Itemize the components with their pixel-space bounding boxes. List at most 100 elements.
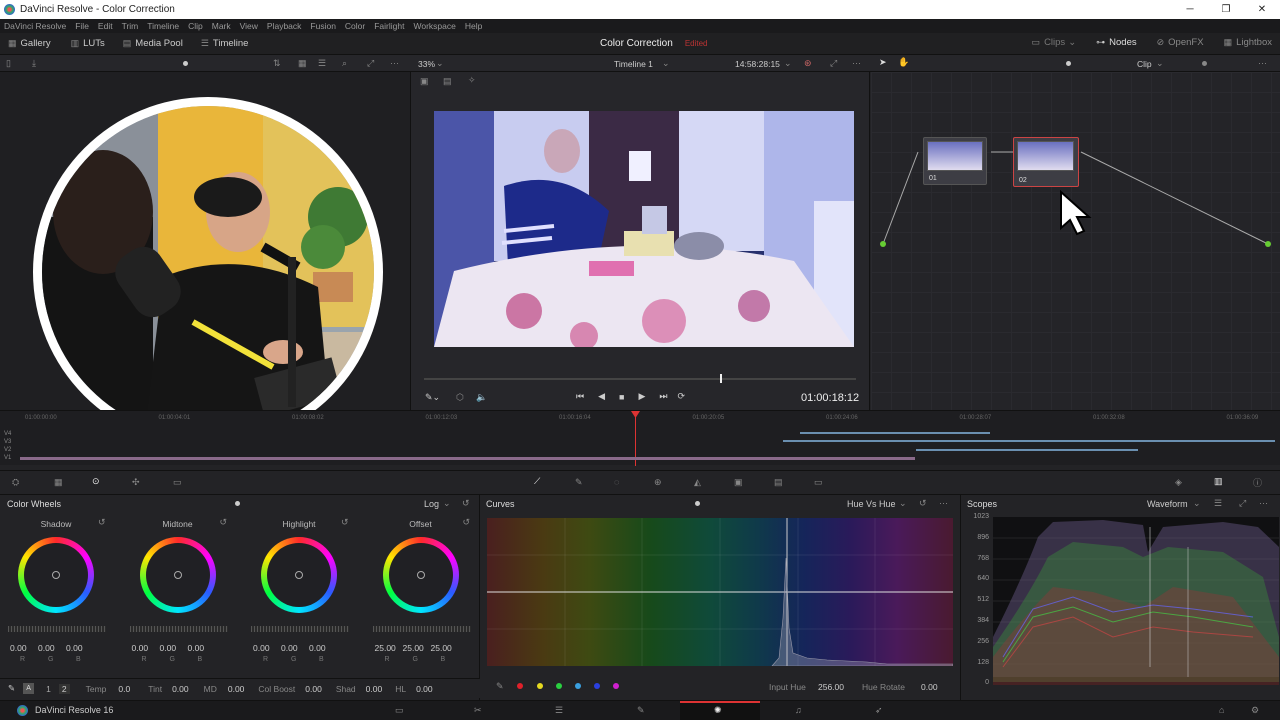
page-2-button[interactable]: 2 [58,683,70,694]
wheel-center-handle[interactable] [52,571,60,579]
menu-item-color[interactable]: Color [345,21,365,31]
wheel-b-value[interactable]: 0.00 [66,643,83,653]
settings-gear-icon[interactable]: ⚙ [1251,705,1259,716]
reset-icon[interactable]: ↺ [98,517,106,528]
menu-item-file[interactable]: File [75,21,89,31]
rgb-mixer-icon[interactable]: ✣ [132,477,140,488]
menu-item-timeline[interactable]: Timeline [147,21,179,31]
clip-bar-v4[interactable] [800,432,990,434]
sizing-icon[interactable]: ▭ [814,477,823,488]
wheel-master-slider[interactable] [129,626,228,632]
clip-bar-v1[interactable] [20,457,915,460]
wheel-b-value[interactable]: 0.00 [309,643,326,653]
scopes-icon[interactable]: ▥ [1214,476,1223,487]
camera-raw-icon[interactable]: ⛭ [12,477,19,488]
reset-icon[interactable]: ↺ [341,517,349,528]
color-match-icon[interactable]: ▦ [54,477,63,488]
qualifier-icon[interactable]: ✎ [575,477,583,488]
cut-page-icon[interactable]: ✂ [474,705,482,716]
more-icon[interactable]: ··· [1259,498,1268,508]
auto-button[interactable]: A [23,683,35,694]
wheel-master-slider[interactable] [251,626,349,632]
minimize-button[interactable]: ─ [1172,4,1208,15]
import-icon[interactable]: ⤓ [32,58,36,69]
sidebar-toggle-icon[interactable]: ▯ [6,58,11,69]
node-02[interactable]: 02 [1013,137,1079,187]
mask-icon[interactable]: ⬡ [456,392,464,403]
menu-item-view[interactable]: View [240,21,258,31]
gallery-slider-dot[interactable] [183,61,188,66]
split-screen-icon[interactable]: ▤ [443,76,452,87]
list-view-icon[interactable]: ☰ [318,58,326,69]
wheel-g-value[interactable]: 0.00 [38,643,55,653]
skip-forward-icon[interactable]: ⏭ [659,391,667,402]
menu-item-edit[interactable]: Edit [98,21,113,31]
wheel-master-slider[interactable] [8,626,106,632]
clip-bar-v3[interactable] [783,440,1275,442]
eyedropper-icon[interactable]: ✎ [496,681,504,692]
more-icon[interactable]: ··· [852,58,861,68]
red-swatch[interactable] [517,683,523,689]
fullscreen-viewer-icon[interactable]: ⤢ [830,58,837,69]
temp-value[interactable]: 0.0 [118,684,130,694]
timeline-button[interactable]: ☰ Timeline [201,38,249,49]
reset-icon[interactable]: ↺ [919,498,927,509]
menu-item-workspace[interactable]: Workspace [413,21,455,31]
cyan-swatch[interactable] [575,683,581,689]
clip-mode-selector[interactable]: Clip [1137,59,1152,69]
blue-swatch[interactable] [594,683,600,689]
tracker-icon[interactable]: ⊕ [654,477,662,488]
menu-item-trim[interactable]: Trim [122,21,139,31]
fusion-page-icon[interactable]: ✎ [637,705,645,716]
menu-item-fusion[interactable]: Fusion [310,21,336,31]
lightbox-button[interactable]: ▦ Lightbox [1224,37,1272,48]
highlight-icon[interactable]: ✧ [468,75,476,86]
window-icon[interactable]: ◌ [614,477,619,487]
wheel-master-slider[interactable] [372,626,471,632]
page-1-button[interactable]: 1 [46,684,51,694]
fullscreen-icon[interactable]: ⤢ [367,58,374,69]
home-icon[interactable]: ⌂ [1219,705,1224,715]
menu-item-davinci-resolve[interactable]: DaVinci Resolve [4,21,66,31]
node-size-dot[interactable] [1202,61,1207,66]
menu-item-playback[interactable]: Playback [267,21,302,31]
grid-view-icon[interactable]: ▦ [298,58,307,69]
clips-button[interactable]: ▭ Clips ⌄ [1032,37,1077,48]
timeline-selector[interactable]: Timeline 1 [614,59,653,69]
colboost-value[interactable]: 0.00 [305,684,322,694]
deliver-page-icon[interactable]: ➶ [875,705,883,716]
scrub-bar[interactable] [424,378,856,380]
wheel-b-value[interactable]: 0.00 [188,643,205,653]
zoom-level[interactable]: 33% [418,59,435,69]
hl-value[interactable]: 0.00 [416,684,433,694]
bypass-icon[interactable]: ⊛ [804,58,812,69]
magenta-swatch[interactable] [613,683,619,689]
pointer-tool-icon[interactable]: ➤ [879,57,887,68]
close-button[interactable]: ✕ [1244,4,1280,15]
auto-balance-icon[interactable]: ✎ [8,683,15,694]
more-icon[interactable]: ··· [939,498,948,508]
more-icon[interactable]: ··· [390,58,399,68]
scope-mode-selector[interactable]: Waveform [1147,499,1188,509]
md-value[interactable]: 0.00 [228,684,245,694]
wheel-ring[interactable] [18,537,94,613]
nodes-button[interactable]: ⊶ Nodes [1096,37,1136,48]
volume-icon[interactable]: 🔈 [476,392,487,403]
wheel-center-handle[interactable] [416,571,425,579]
wheel-g-value[interactable]: 0.00 [160,643,177,653]
color-page-tab[interactable]: ✺ [680,701,760,720]
wheel-g-value[interactable]: 0.00 [281,643,298,653]
scope-settings-icon[interactable]: ☰ [1214,498,1222,509]
shad-value[interactable]: 0.00 [366,684,383,694]
luts-button[interactable]: ▥ LUTs [71,38,105,49]
sort-icon[interactable]: ⇅ [273,58,281,69]
step-back-icon[interactable]: ◀ [598,391,605,402]
menu-item-clip[interactable]: Clip [188,21,203,31]
tint-value[interactable]: 0.00 [172,684,189,694]
stop-icon[interactable]: ■ [619,392,624,402]
wheel-b-value[interactable]: 25.00 [431,643,452,653]
magic-mask-icon[interactable]: ◭ [694,477,701,488]
blur-icon[interactable]: ▣ [734,477,743,488]
wheel-r-value[interactable]: 0.00 [132,643,149,653]
color-wheels-icon[interactable]: ⊙ [92,476,100,487]
